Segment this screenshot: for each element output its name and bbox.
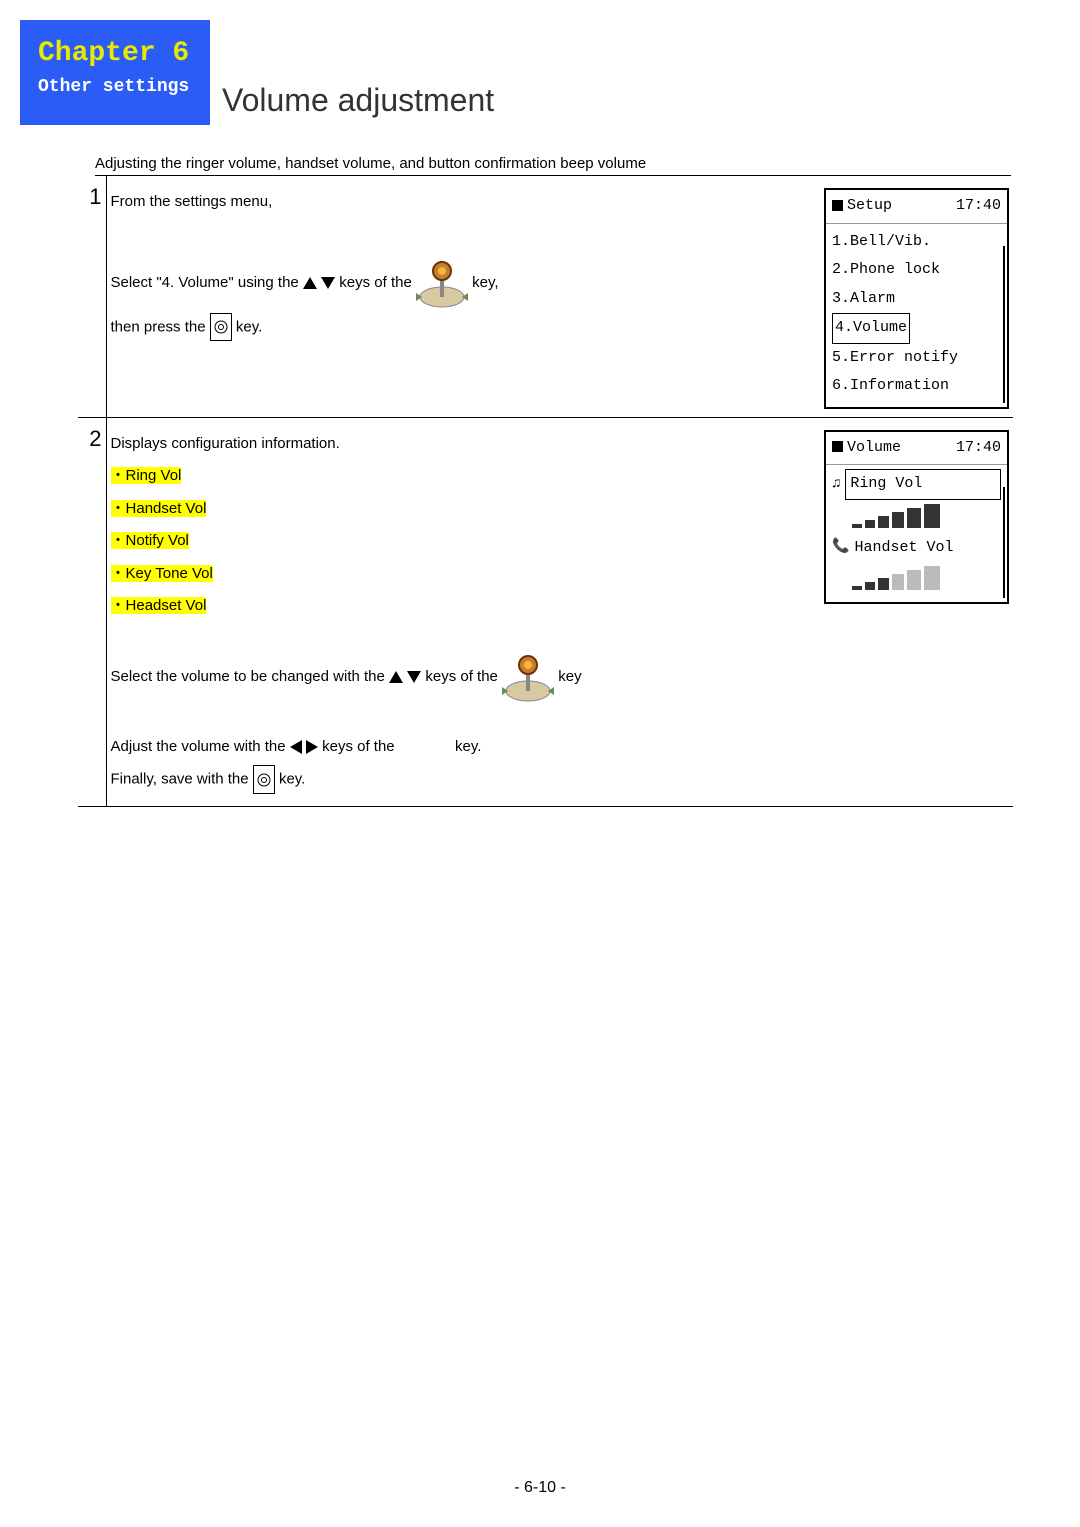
handset-icon: 📞 bbox=[832, 534, 849, 561]
page-title: Volume adjustment bbox=[222, 82, 494, 119]
screen-time: 17:40 bbox=[956, 192, 1001, 221]
down-arrow-icon bbox=[321, 277, 335, 289]
bullet-item: ・Ring Vol bbox=[111, 467, 182, 484]
screen-time: 17:40 bbox=[956, 434, 1001, 463]
volume-bars bbox=[852, 504, 1001, 528]
step-row-2: 2 Volume 17:40 ♫Ring Vol 📞Handset Vol bbox=[78, 417, 1013, 806]
chapter-subtitle: Other settings bbox=[38, 77, 200, 97]
screen-title: Setup bbox=[847, 197, 892, 214]
volume-bars bbox=[852, 566, 1001, 590]
joystick-icon bbox=[502, 651, 554, 703]
left-arrow-icon bbox=[290, 740, 302, 754]
phone-screen-volume: Volume 17:40 ♫Ring Vol 📞Handset Vol bbox=[824, 430, 1009, 605]
instruction-text: key bbox=[558, 667, 581, 684]
menu-item: 1.Bell/Vib. bbox=[832, 228, 1001, 257]
joystick-icon bbox=[416, 257, 468, 309]
center-key-icon bbox=[253, 765, 275, 794]
instruction-text: Adjust the volume with the bbox=[111, 738, 290, 755]
instruction-text: key. bbox=[236, 318, 262, 335]
menu-item: 2.Phone lock bbox=[832, 256, 1001, 285]
instruction-text: keys of the bbox=[425, 667, 502, 684]
menu-item: 3.Alarm bbox=[832, 285, 1001, 314]
phone-screen-setup: Setup 17:40 1.Bell/Vib. 2.Phone lock 3.A… bbox=[824, 188, 1009, 409]
instruction-text: keys of the bbox=[322, 738, 399, 755]
bullet-item: ・Key Tone Vol bbox=[111, 565, 213, 582]
down-arrow-icon bbox=[407, 671, 421, 683]
center-key-icon bbox=[210, 313, 232, 342]
step-number: 1 bbox=[78, 176, 106, 417]
screen-title: Volume bbox=[847, 439, 901, 456]
instruction-text: key, bbox=[472, 273, 498, 290]
chapter-header: Chapter 6 Other settings bbox=[20, 20, 210, 125]
instruction-text: Finally, save with the bbox=[111, 770, 253, 787]
music-note-icon: ♫ bbox=[832, 471, 840, 498]
instruction-text: key. bbox=[455, 738, 481, 755]
instruction-text: key. bbox=[279, 770, 305, 787]
volume-item-selected: Ring Vol bbox=[845, 469, 1001, 500]
bullet-item: ・Headset Vol bbox=[111, 597, 207, 614]
intro-text: Adjusting the ringer volume, handset vol… bbox=[95, 155, 1011, 176]
menu-item-selected: 4.Volume bbox=[832, 313, 910, 344]
step-number: 2 bbox=[78, 417, 106, 806]
screen-menu: 1.Bell/Vib. 2.Phone lock 3.Alarm 4.Volum… bbox=[826, 224, 1007, 407]
up-arrow-icon bbox=[303, 277, 317, 289]
bullet-item: ・Notify Vol bbox=[111, 532, 189, 549]
instruction-text: then press the bbox=[111, 318, 210, 335]
volume-item: Handset Vol bbox=[854, 534, 953, 563]
step-row-1: 1 Setup 17:40 1.Bell/Vib. 2.Phone lock 3… bbox=[78, 176, 1013, 417]
chapter-number: Chapter 6 bbox=[38, 38, 200, 69]
page-footer: - 6-10 - bbox=[0, 1479, 1080, 1497]
menu-item: 5.Error notify bbox=[832, 344, 1001, 373]
instruction-text: keys of the bbox=[339, 273, 416, 290]
scrollbar bbox=[1003, 487, 1005, 598]
menu-item: 6.Information bbox=[832, 372, 1001, 401]
steps-table: 1 Setup 17:40 1.Bell/Vib. 2.Phone lock 3… bbox=[78, 176, 1013, 807]
instruction-text: Select the volume to be changed with the bbox=[111, 667, 390, 684]
right-arrow-icon bbox=[306, 740, 318, 754]
bullet-item: ・Handset Vol bbox=[111, 500, 207, 517]
instruction-text: Select "4. Volume" using the bbox=[111, 273, 303, 290]
scrollbar bbox=[1003, 246, 1005, 403]
up-arrow-icon bbox=[389, 671, 403, 683]
